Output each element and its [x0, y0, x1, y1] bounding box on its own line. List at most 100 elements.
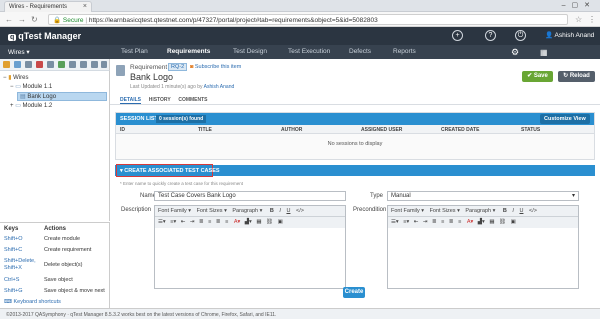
nav-reports[interactable]: Reports [393, 48, 416, 55]
notifications-icon[interactable]: ⏻ [515, 30, 526, 41]
indent-icon[interactable]: ⇥ [190, 219, 195, 225]
browser-tab[interactable]: Wires - Requirements × [4, 1, 92, 12]
app-logo[interactable]: q qTest Manager [8, 31, 81, 41]
save-button[interactable]: ✔ Save [522, 71, 553, 82]
tab-comments[interactable]: COMMENTS [178, 97, 207, 103]
bold-icon[interactable]: B [503, 208, 507, 214]
text-color-icon[interactable]: A▾ [467, 219, 473, 225]
nav-requirements[interactable]: Requirements [167, 48, 210, 55]
subscribe-link[interactable]: ◙ Subscribe this item [190, 64, 241, 70]
code-icon[interactable]: </> [296, 208, 304, 214]
import-icon[interactable] [47, 61, 54, 68]
bullet-list-icon[interactable]: ☰▾ [391, 219, 399, 225]
column-header[interactable]: AUTHOR [281, 127, 302, 133]
create-test-cases-header[interactable]: ▾ CREATE ASSOCIATED TEST CASES [115, 164, 595, 177]
tab-history[interactable]: HISTORY [149, 97, 171, 103]
image-icon[interactable]: ▣ [278, 219, 283, 225]
code-icon[interactable]: </> [529, 208, 537, 214]
tab-details[interactable]: DETAILS [120, 97, 142, 104]
numbered-list-icon[interactable]: ≡▾ [170, 219, 176, 225]
forward-icon[interactable]: → [18, 15, 26, 24]
align-left-icon[interactable]: ≣ [432, 219, 437, 225]
nav-test-execution[interactable]: Test Execution [288, 48, 330, 55]
nav-test-plan[interactable]: Test Plan [121, 48, 148, 55]
justify-icon[interactable]: ≡ [225, 219, 228, 225]
gear-icon[interactable]: ⚙ [511, 47, 519, 58]
numbered-list-icon[interactable]: ≡▾ [403, 219, 409, 225]
expand-icon[interactable]: − [3, 75, 7, 81]
refresh-icon[interactable]: ↻ [31, 15, 38, 24]
italic-icon[interactable]: I [279, 208, 281, 214]
link-icon[interactable]: ⛓ [499, 219, 506, 225]
column-header[interactable]: STATUS [521, 127, 540, 133]
align-right-icon[interactable]: ≣ [449, 219, 454, 225]
menu-icon[interactable]: ⋮ [588, 15, 596, 24]
indent-icon[interactable]: ⇥ [423, 219, 428, 225]
align-center-icon[interactable]: ≡ [441, 219, 444, 225]
new-module-icon[interactable] [3, 61, 10, 68]
keyboard-shortcuts-link[interactable]: ⌨ Keyboard shortcuts [4, 299, 61, 305]
column-header[interactable]: TITLE [198, 127, 212, 133]
export-icon[interactable] [58, 61, 65, 68]
filter-icon[interactable] [69, 61, 76, 68]
bold-icon[interactable]: B [270, 208, 274, 214]
highlight-icon[interactable]: ▟▾ [478, 219, 485, 225]
image-icon[interactable]: ▣ [511, 219, 516, 225]
edit-icon[interactable] [25, 61, 32, 68]
tree-node-module-1-2[interactable]: + ▭ Module 1.2 [10, 102, 52, 109]
highlight-icon[interactable]: ▟▾ [245, 219, 252, 225]
underline-icon[interactable]: U [286, 208, 290, 214]
underline-icon[interactable]: U [519, 208, 523, 214]
add-icon[interactable]: + [452, 30, 463, 41]
font-sizes-dropdown[interactable]: Font Sizes ▾ [430, 208, 460, 214]
star-icon[interactable]: ☆ [575, 15, 582, 24]
text-color-icon[interactable]: A▾ [234, 219, 240, 225]
project-selector[interactable]: Wires ▾ [8, 48, 30, 56]
window-controls[interactable]: –▢✕ [562, 1, 596, 9]
link-icon[interactable]: ⛓ [266, 219, 273, 225]
tree-node-module-1-1[interactable]: − ▭ Module 1.1 [10, 83, 52, 90]
table-icon[interactable]: ▦ [489, 219, 494, 225]
font-family-dropdown[interactable]: Font Family ▾ [391, 208, 424, 214]
url-input[interactable]: 🔒 Secure | https://learnbasicqtest.qtest… [48, 14, 568, 25]
justify-icon[interactable]: ≡ [458, 219, 461, 225]
expand-icon[interactable]: − [10, 84, 14, 90]
outdent-icon[interactable]: ⇤ [414, 219, 419, 225]
delete-icon[interactable] [36, 61, 43, 68]
back-icon[interactable]: ← [5, 15, 13, 24]
create-button[interactable]: Create [343, 287, 365, 298]
column-header[interactable]: ASSIGNED USER [361, 127, 402, 133]
grid-icon[interactable]: ▦ [540, 48, 548, 57]
refresh-tree-icon[interactable] [80, 61, 87, 68]
close-tab-icon[interactable]: × [83, 3, 87, 10]
nav-defects[interactable]: Defects [349, 48, 371, 55]
font-family-dropdown[interactable]: Font Family ▾ [158, 208, 191, 214]
tree-node-root[interactable]: − ▮ Wires [3, 74, 29, 81]
tree-node-bank-logo[interactable]: ▤ Bank Logo [17, 92, 107, 101]
outdent-icon[interactable]: ⇤ [181, 219, 186, 225]
description-editor[interactable]: Font Family ▾ Font Sizes ▾ Paragraph ▾ B… [154, 205, 346, 289]
requirement-title[interactable]: Bank Logo [130, 72, 173, 82]
expand-icon[interactable]: + [10, 103, 14, 109]
help-icon[interactable]: ? [485, 30, 496, 41]
precondition-editor[interactable]: Font Family ▾ Font Sizes ▾ Paragraph ▾ B… [387, 205, 579, 289]
reload-button[interactable]: ↻ Reload [558, 71, 595, 82]
paragraph-dropdown[interactable]: Paragraph ▾ [465, 208, 495, 214]
collapse-icon[interactable] [91, 61, 98, 68]
italic-icon[interactable]: I [512, 208, 514, 214]
align-left-icon[interactable]: ≣ [199, 219, 204, 225]
align-right-icon[interactable]: ≣ [216, 219, 221, 225]
font-sizes-dropdown[interactable]: Font Sizes ▾ [197, 208, 227, 214]
more-icon[interactable] [101, 61, 107, 68]
column-header[interactable]: ID [120, 127, 125, 133]
type-select[interactable]: Manual ▾ [387, 191, 579, 201]
new-requirement-icon[interactable] [14, 61, 21, 68]
nav-test-design[interactable]: Test Design [233, 48, 267, 55]
align-center-icon[interactable]: ≡ [208, 219, 211, 225]
name-input[interactable]: Test Case Covers Bank Logo [154, 191, 346, 201]
column-header[interactable]: CREATED DATE [441, 127, 479, 133]
paragraph-dropdown[interactable]: Paragraph ▾ [232, 208, 262, 214]
bullet-list-icon[interactable]: ☰▾ [158, 219, 166, 225]
user-menu[interactable]: 👤 Ashish Anand [545, 31, 594, 39]
customize-view-button[interactable]: Customize View [540, 114, 590, 124]
